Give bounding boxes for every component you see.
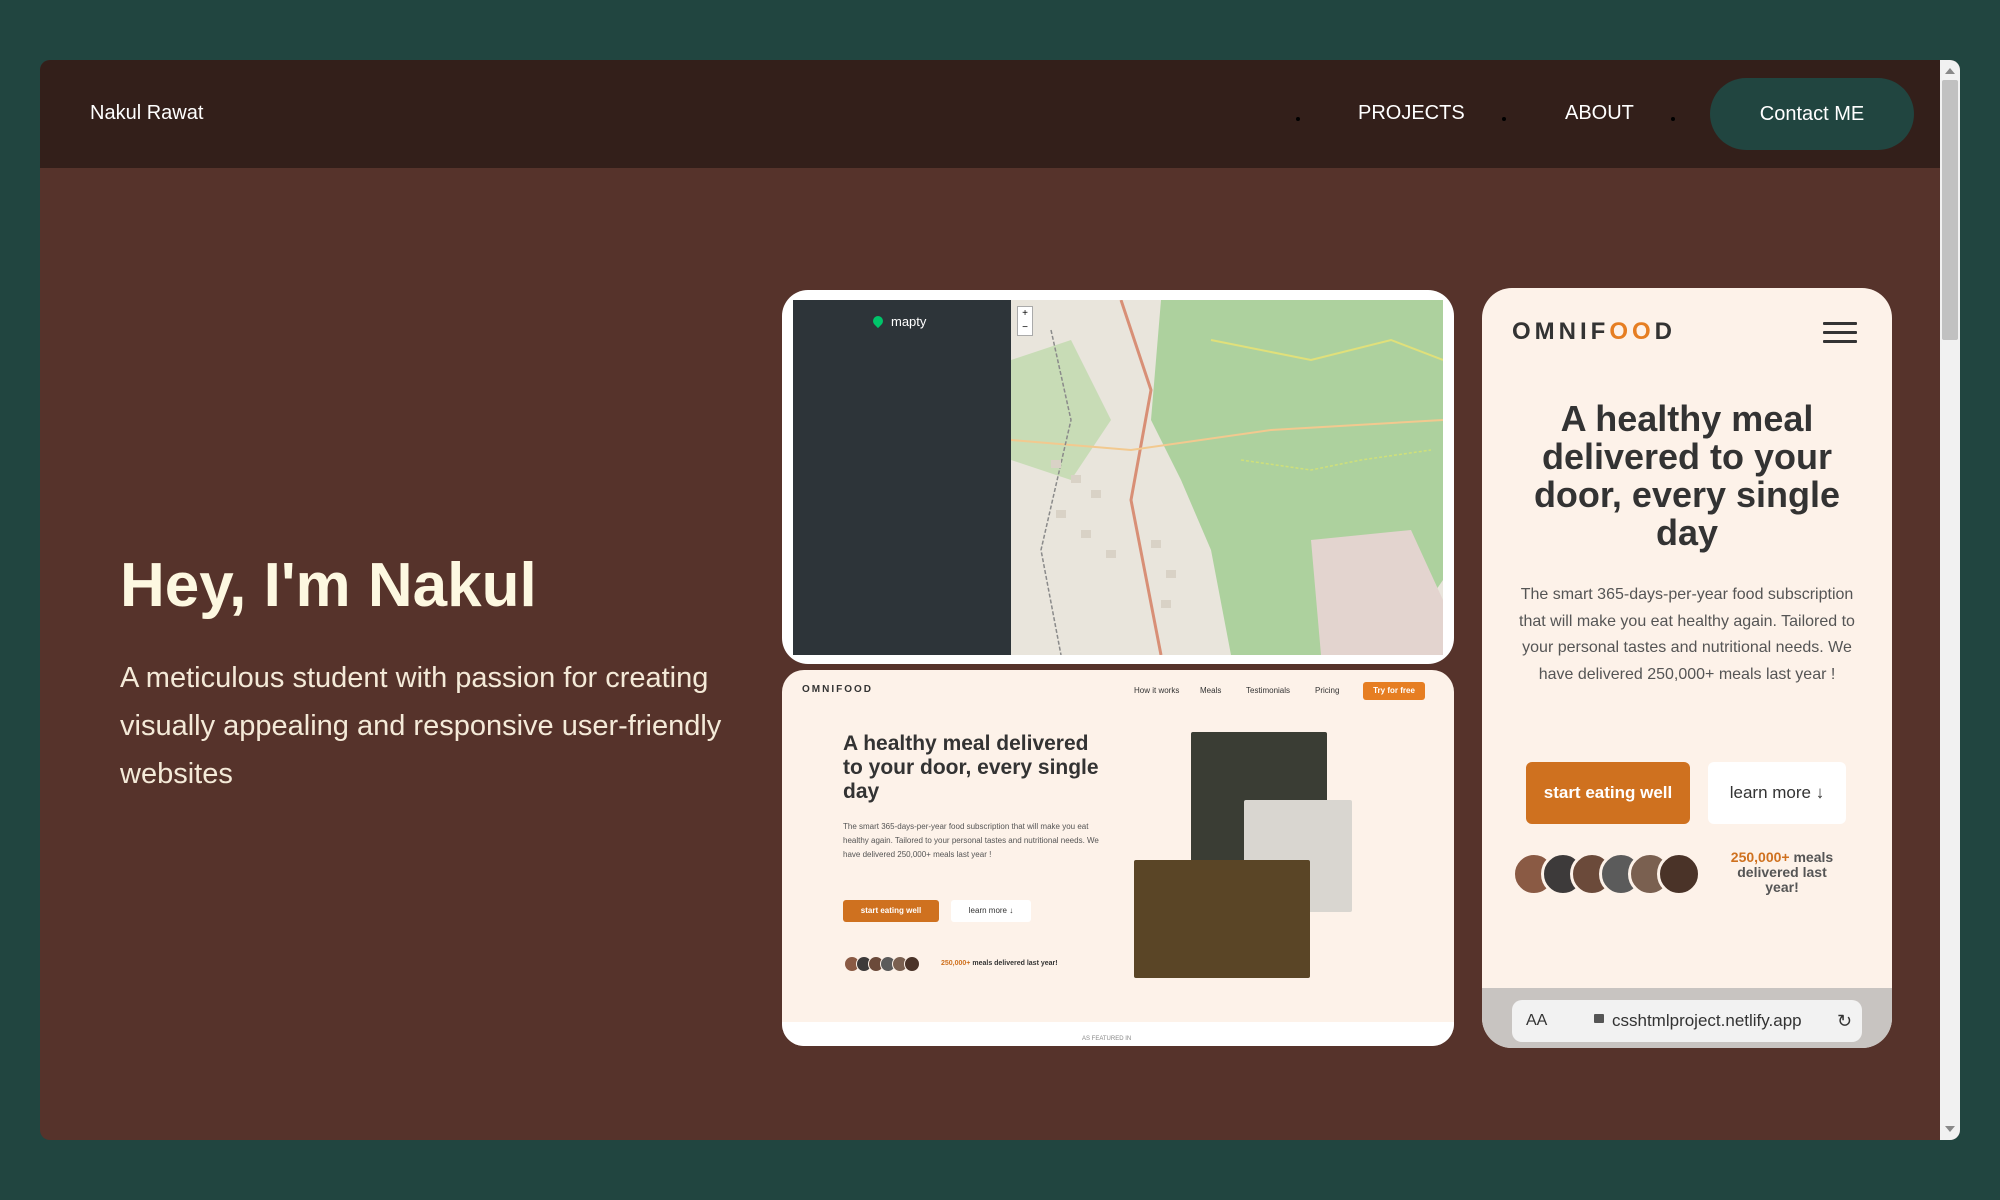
scroll-up-icon[interactable] — [1945, 68, 1955, 74]
scrollbar-thumb[interactable] — [1942, 80, 1958, 340]
project-card-omnifood-desktop[interactable]: OMNIFOOD How it works Meals Testimonials… — [782, 670, 1454, 1046]
url-text: csshtmlproject.netlify.app — [1612, 1011, 1802, 1030]
omnifood-logo: OMNIFOOD — [802, 684, 873, 695]
od-meals-delivered: 250,000+ meals delivered last year! — [941, 960, 1058, 967]
browser-viewport: Nakul Rawat PROJECTS ABOUT Contact ME He… — [40, 60, 1960, 1140]
mapty-map: + − — [1010, 299, 1444, 656]
od-start-eating-button: start eating well — [843, 900, 939, 922]
od-try-for-free: Try for free — [1363, 682, 1425, 700]
om-meals-delivered: 250,000+ meals delivered last year! — [1730, 849, 1834, 895]
avatar — [904, 956, 920, 972]
top-nav: Nakul Rawat PROJECTS ABOUT Contact ME — [40, 60, 1940, 168]
od-nav-testimonials: Testimonials — [1246, 686, 1291, 695]
brand-name[interactable]: Nakul Rawat — [90, 102, 203, 125]
od-text: The smart 365-days-per-year food subscri… — [843, 822, 1099, 859]
nav-link-about[interactable]: ABOUT — [1565, 102, 1634, 125]
hero-title: Hey, I'm Nakul — [120, 551, 537, 620]
nav-dot — [1671, 117, 1675, 121]
zoom-out-icon[interactable]: − — [1018, 321, 1032, 335]
lock-icon — [1594, 1014, 1604, 1023]
hero-subtitle: A meticulous student with passion for cr… — [120, 662, 722, 790]
om-heading: A healthy meal delivered to your door, e… — [1533, 398, 1841, 553]
contact-button[interactable]: Contact ME — [1710, 78, 1914, 150]
scroll-down-icon[interactable] — [1945, 1126, 1955, 1132]
om-text: The smart 365-days-per-year food subscri… — [1519, 586, 1855, 683]
om-learn-more-button: learn more ↓ — [1708, 762, 1846, 824]
project-card-mapty[interactable]: mapty + − — [782, 290, 1454, 664]
page-scrollbar[interactable] — [1940, 60, 1960, 1140]
od-nav-meals: Meals — [1200, 686, 1222, 695]
reload-icon: ↻ — [1837, 1011, 1853, 1031]
mapty-logo: mapty — [870, 313, 926, 329]
od-featured-section: AS FEATURED IN — [782, 1022, 1454, 1046]
nav-dot — [1296, 117, 1300, 121]
nav-dot — [1502, 117, 1506, 121]
om-start-eating-button: start eating well — [1526, 762, 1690, 824]
mobile-browser-bar: AA csshtmlproject.netlify.app ↻ — [1482, 988, 1892, 1048]
mapty-sidebar: mapty — [793, 300, 1011, 655]
food-photo-woman — [1134, 860, 1310, 978]
map-zoom-control[interactable]: + − — [1017, 306, 1033, 336]
text-size-icon: AA — [1526, 1012, 1548, 1029]
map-tiles — [1010, 299, 1444, 656]
zoom-in-icon[interactable]: + — [1018, 307, 1032, 321]
od-heading: A healthy meal delivered to your door, e… — [843, 732, 1099, 803]
project-card-omnifood-mobile[interactable]: OMNIFOOD A healthy meal delivered to you… — [1482, 288, 1892, 1048]
map-pin-icon — [870, 313, 886, 329]
omnifood-logo: OMNIFOOD — [1512, 318, 1677, 345]
od-learn-more-button: learn more ↓ — [951, 900, 1031, 922]
od-nav-pricing: Pricing — [1315, 686, 1340, 695]
menu-icon — [1823, 322, 1857, 343]
od-nav-how-it-works: How it works — [1134, 686, 1180, 695]
avatar — [1657, 852, 1701, 896]
url-bar: AA csshtmlproject.netlify.app ↻ — [1512, 1000, 1862, 1042]
nav-link-projects[interactable]: PROJECTS — [1358, 102, 1465, 125]
